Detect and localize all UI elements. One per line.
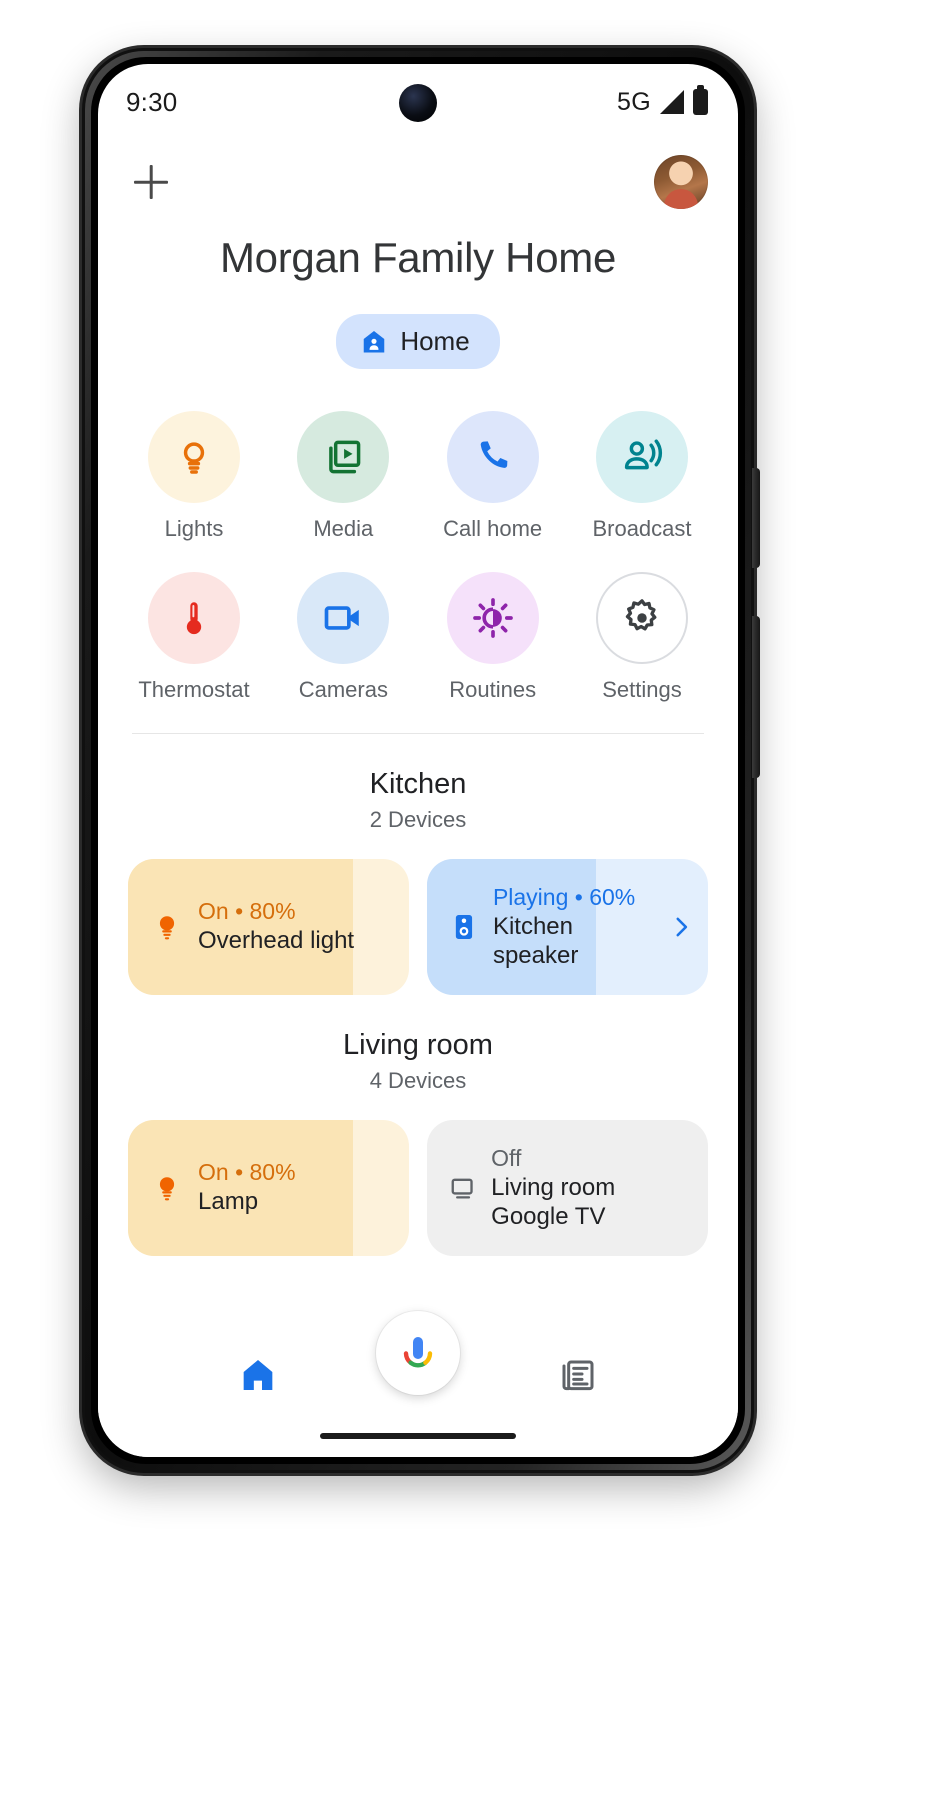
device-status: On • 80% bbox=[198, 898, 296, 925]
gesture-navigation-bar bbox=[320, 1433, 516, 1439]
lights-icon-circle bbox=[148, 411, 240, 503]
routines-icon-circle bbox=[446, 572, 539, 664]
home-person-icon bbox=[364, 330, 385, 352]
quick-actions-grid: Lights Media Call home Broadcast Thermos… bbox=[98, 369, 738, 703]
device-card-lamp[interactable]: On • 80% Lamp bbox=[128, 1120, 409, 1256]
device-card-overhead-light[interactable]: On • 80% Overhead light bbox=[128, 859, 409, 995]
add-device-button[interactable] bbox=[128, 159, 174, 205]
quick-action-label: Media bbox=[313, 516, 374, 541]
google-assistant-button[interactable] bbox=[376, 1311, 460, 1395]
broadcast-icon-circle bbox=[595, 411, 688, 503]
status-time: 9:30 bbox=[126, 86, 178, 117]
home-chip-label: Home bbox=[400, 326, 470, 356]
device-name: Kitchen speaker bbox=[492, 913, 579, 969]
nav-item-feed[interactable] bbox=[518, 1355, 638, 1395]
nav-item-home[interactable] bbox=[198, 1355, 318, 1395]
room-device-cards: On • 80% Overhead light Playing • 60% Ki… bbox=[98, 859, 738, 995]
quick-action-media[interactable]: Media bbox=[281, 411, 405, 542]
quick-action-label: Call home bbox=[443, 516, 543, 541]
signal-bars-icon bbox=[660, 89, 684, 114]
device-name: Lamp bbox=[198, 1188, 259, 1216]
camcorder-icon bbox=[324, 606, 360, 630]
battery-full-icon bbox=[693, 85, 708, 115]
google-assistant-mic-icon bbox=[403, 1337, 433, 1368]
screenshot-stage: 9:30 5G Morgan Family Home Home Lights M… bbox=[0, 0, 939, 1819]
quick-action-routines[interactable]: Routines bbox=[431, 572, 555, 703]
media-play-icon bbox=[329, 440, 361, 474]
quick-action-label: Lights bbox=[164, 516, 224, 541]
section-divider bbox=[132, 733, 704, 734]
account-avatar-button[interactable] bbox=[654, 155, 708, 209]
lightbulb-icon bbox=[159, 916, 175, 940]
cameras-icon-circle bbox=[297, 572, 390, 664]
phone-icon bbox=[480, 441, 508, 468]
chevron-right-icon[interactable] bbox=[668, 914, 694, 940]
device-status: Off bbox=[491, 1145, 522, 1172]
thermometer-icon bbox=[186, 602, 202, 635]
gear-icon bbox=[625, 599, 657, 631]
phone-screen: 9:30 5G Morgan Family Home Home Lights M… bbox=[98, 64, 738, 1457]
room-device-count: 4 Devices bbox=[369, 1068, 467, 1093]
page-title: Morgan Family Home bbox=[219, 234, 617, 281]
quick-action-label: Thermostat bbox=[138, 677, 250, 702]
lightbulb-icon bbox=[183, 442, 205, 474]
call-home-icon-circle bbox=[446, 411, 539, 503]
quick-action-thermostat[interactable]: Thermostat bbox=[132, 572, 256, 703]
room-name: Living room bbox=[343, 1029, 493, 1061]
lightbulb-icon bbox=[159, 1177, 175, 1201]
broadcast-icon bbox=[624, 439, 662, 470]
quick-actions-row-1: Lights Media Call home Broadcast bbox=[132, 411, 704, 542]
settings-icon-circle bbox=[595, 572, 688, 664]
quick-action-call-home[interactable]: Call home bbox=[431, 411, 555, 542]
device-status: Playing • 60% bbox=[492, 884, 636, 911]
room-section-living-room: Living room 4 Devices On • 80% Lamp Off … bbox=[98, 1029, 738, 1256]
device-card-kitchen-speaker[interactable]: Playing • 60% Kitchen speaker bbox=[427, 859, 708, 995]
device-name: Overhead light bbox=[198, 927, 355, 955]
quick-action-cameras[interactable]: Cameras bbox=[281, 572, 405, 703]
room-device-cards: On • 80% Lamp Off Living room Google TV bbox=[98, 1120, 738, 1256]
device-status: On • 80% bbox=[198, 1159, 296, 1186]
speaker-icon bbox=[455, 915, 473, 939]
media-icon-circle bbox=[297, 411, 390, 503]
quick-actions-row-2: Thermostat Cameras Routines Settings bbox=[132, 572, 704, 703]
quick-action-label: Broadcast bbox=[592, 516, 692, 541]
status-indicators: 5G bbox=[617, 85, 708, 117]
feed-icon bbox=[562, 1360, 594, 1391]
quick-action-settings[interactable]: Settings bbox=[580, 572, 704, 703]
routines-sun-icon bbox=[472, 598, 513, 638]
home-selector-chip[interactable]: Home bbox=[336, 314, 500, 369]
quick-action-label: Settings bbox=[602, 677, 682, 702]
device-name: Living room Google TV bbox=[491, 1174, 616, 1230]
phone-volume-button[interactable] bbox=[752, 616, 760, 778]
quick-action-label: Cameras bbox=[298, 677, 388, 702]
status-bar: 9:30 5G bbox=[98, 64, 738, 140]
device-card-living-room-google-tv[interactable]: Off Living room Google TV bbox=[427, 1120, 708, 1256]
home-filled-icon bbox=[243, 1360, 273, 1390]
quick-action-label: Routines bbox=[449, 677, 537, 702]
room-name: Kitchen bbox=[369, 768, 467, 800]
network-type-label: 5G bbox=[617, 87, 651, 116]
thermostat-icon-circle bbox=[148, 572, 240, 664]
quick-action-lights[interactable]: Lights bbox=[132, 411, 256, 542]
phone-power-button[interactable] bbox=[752, 468, 760, 568]
quick-action-broadcast[interactable]: Broadcast bbox=[580, 411, 704, 542]
tv-icon bbox=[451, 1178, 473, 1199]
app-header bbox=[98, 140, 738, 210]
home-chip-row: Home bbox=[98, 314, 738, 369]
room-device-count: 2 Devices bbox=[369, 807, 467, 832]
room-section-kitchen: Kitchen 2 Devices On • 80% Overhead ligh… bbox=[98, 768, 738, 995]
front-camera-punch-hole bbox=[399, 84, 437, 122]
